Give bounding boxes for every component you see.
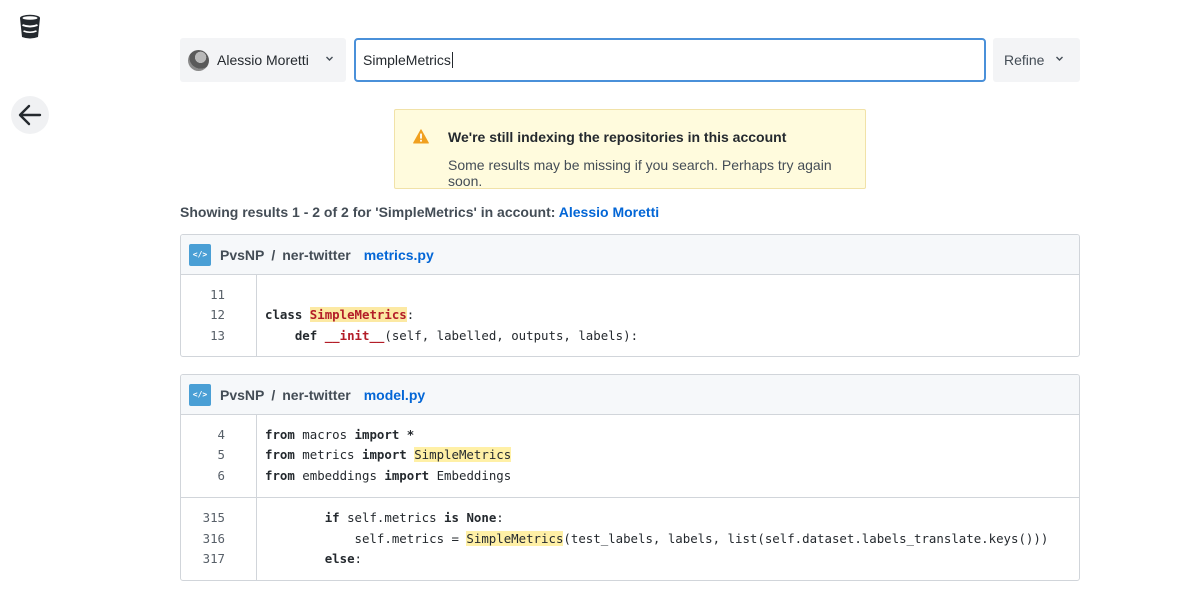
warning-title: We're still indexing the repositories in…: [448, 129, 787, 145]
code-token: from: [265, 467, 295, 483]
code-line: from embeddings import Embeddings: [265, 466, 1079, 486]
match-highlight: SimpleMetrics: [414, 447, 512, 463]
code-line: class SimpleMetrics:: [265, 305, 1079, 325]
code-token: from: [265, 427, 295, 442]
code-token: class: [265, 307, 303, 323]
code-token: :: [406, 307, 415, 323]
code-token: is: [444, 510, 459, 526]
code-line: else:: [265, 549, 1079, 569]
code-block: if self.metrics is None: self.metrics = …: [257, 498, 1079, 580]
refine-label: Refine: [1004, 52, 1045, 68]
app-logo-icon[interactable]: [17, 12, 43, 40]
repo-owner-link[interactable]: PvsNP: [220, 247, 264, 263]
repo-owner-link[interactable]: PvsNP: [220, 387, 264, 403]
search-value: SimpleMetrics: [363, 52, 451, 68]
code-hunk: 4 5 6 from macros import * from metrics impo…: [181, 415, 1079, 499]
code-token: import: [361, 447, 407, 463]
code-token: self.metrics =: [265, 530, 467, 546]
account-selector[interactable]: Alessio Moretti: [180, 38, 346, 82]
code-line: if self.metrics is None:: [265, 508, 1079, 528]
code-token: else: [324, 550, 355, 566]
line-number[interactable]: 13: [181, 326, 225, 346]
match-highlight: SimpleMetrics: [466, 530, 564, 546]
chevron-down-icon: [1056, 56, 1063, 61]
code-token: metrics: [294, 447, 362, 463]
file-name-link[interactable]: metrics.py: [364, 247, 434, 263]
line-number[interactable]: 4: [181, 425, 225, 445]
code-line: from macros import *: [265, 425, 1079, 445]
search-result: </> PvsNP / ner-twitter metrics.py 11 12 1…: [180, 234, 1080, 358]
code-block: class SimpleMetrics: def __init__(self, …: [257, 275, 1079, 356]
code-token: from: [265, 447, 295, 463]
search-bar: Alessio Moretti SimpleMetrics Refine: [180, 38, 1080, 82]
line-number-gutter: 11 12 13: [181, 275, 257, 357]
line-number[interactable]: 315: [181, 508, 225, 528]
arrow-left-icon: [18, 104, 42, 126]
line-number-gutter: 456: [181, 415, 257, 498]
search-result: </> PvsNP / ner-twitter model.py 4 5 6 from…: [180, 374, 1080, 582]
account-name: Alessio Moretti: [217, 52, 309, 68]
refine-button[interactable]: Refine: [993, 38, 1080, 82]
code-token: Embeddings: [429, 467, 512, 483]
code-file-icon: </>: [189, 383, 211, 406]
path-separator: /: [271, 386, 276, 403]
indexing-warning: We're still indexing the repositories in…: [394, 109, 866, 189]
back-button[interactable]: [11, 96, 49, 134]
line-number[interactable]: 6: [181, 466, 225, 486]
results-summary-text: Showing results 1 - 2 of 2 for 'SimpleMe…: [180, 204, 559, 220]
code-token: (self, labelled, outputs, labels):: [384, 327, 639, 343]
result-header: </> PvsNP / ner-twitter metrics.py: [181, 235, 1079, 275]
code-token: self.metrics: [339, 510, 445, 526]
code-line: from metrics import SimpleMetrics: [265, 445, 1079, 465]
search-input[interactable]: SimpleMetrics: [354, 38, 986, 82]
line-number[interactable]: 12: [181, 305, 225, 325]
code-token: def: [294, 327, 318, 343]
line-number[interactable]: 317: [181, 549, 225, 569]
line-number[interactable]: 11: [181, 285, 225, 305]
file-name-link[interactable]: model.py: [364, 387, 425, 403]
code-token: embeddings: [294, 467, 385, 483]
code-token: macros: [294, 427, 355, 442]
account-link[interactable]: Alessio Moretti: [559, 204, 659, 220]
code-token: :: [496, 510, 504, 526]
chevron-down-icon: [326, 56, 333, 61]
code-token: __init__: [324, 327, 385, 343]
match-highlight: SimpleMetrics: [309, 307, 407, 323]
code-token: import: [384, 467, 430, 483]
path-separator: /: [271, 246, 276, 263]
result-header: </> PvsNP / ner-twitter model.py: [181, 375, 1079, 415]
code-token: *: [406, 427, 415, 442]
line-number-gutter: 315 316 317: [181, 498, 257, 581]
warning-triangle-icon: [413, 129, 429, 144]
code-token: if: [324, 510, 340, 526]
text-caret: [451, 52, 453, 68]
line-number[interactable]: 5: [181, 445, 225, 465]
code-token: import: [354, 427, 400, 442]
results-summary: Showing results 1 - 2 of 2 for 'SimpleMe…: [180, 204, 659, 220]
avatar: [188, 49, 209, 71]
code-line: def __init__(self, labelled, outputs, la…: [265, 326, 1079, 346]
repo-name-link[interactable]: ner-twitter: [282, 387, 350, 403]
code-hunk: 11 12 13 class SimpleMetrics: def __init__(…: [181, 275, 1079, 357]
warning-message: Some results may be missing if you searc…: [448, 157, 832, 189]
code-file-icon: </>: [189, 243, 211, 266]
code-line: self.metrics = SimpleMetrics(test_labels…: [265, 529, 1079, 549]
code-block: from macros import * from metrics import …: [257, 415, 1079, 497]
code-token: (test_labels, labels, list(self.dataset.…: [563, 530, 1049, 546]
repo-name-link[interactable]: ner-twitter: [282, 247, 350, 263]
line-number[interactable]: 316: [181, 529, 225, 549]
code-token: :: [354, 550, 362, 566]
code-hunk: 315 316 317 if self.metrics is None: self.…: [181, 498, 1079, 581]
code-token: None: [466, 510, 497, 526]
